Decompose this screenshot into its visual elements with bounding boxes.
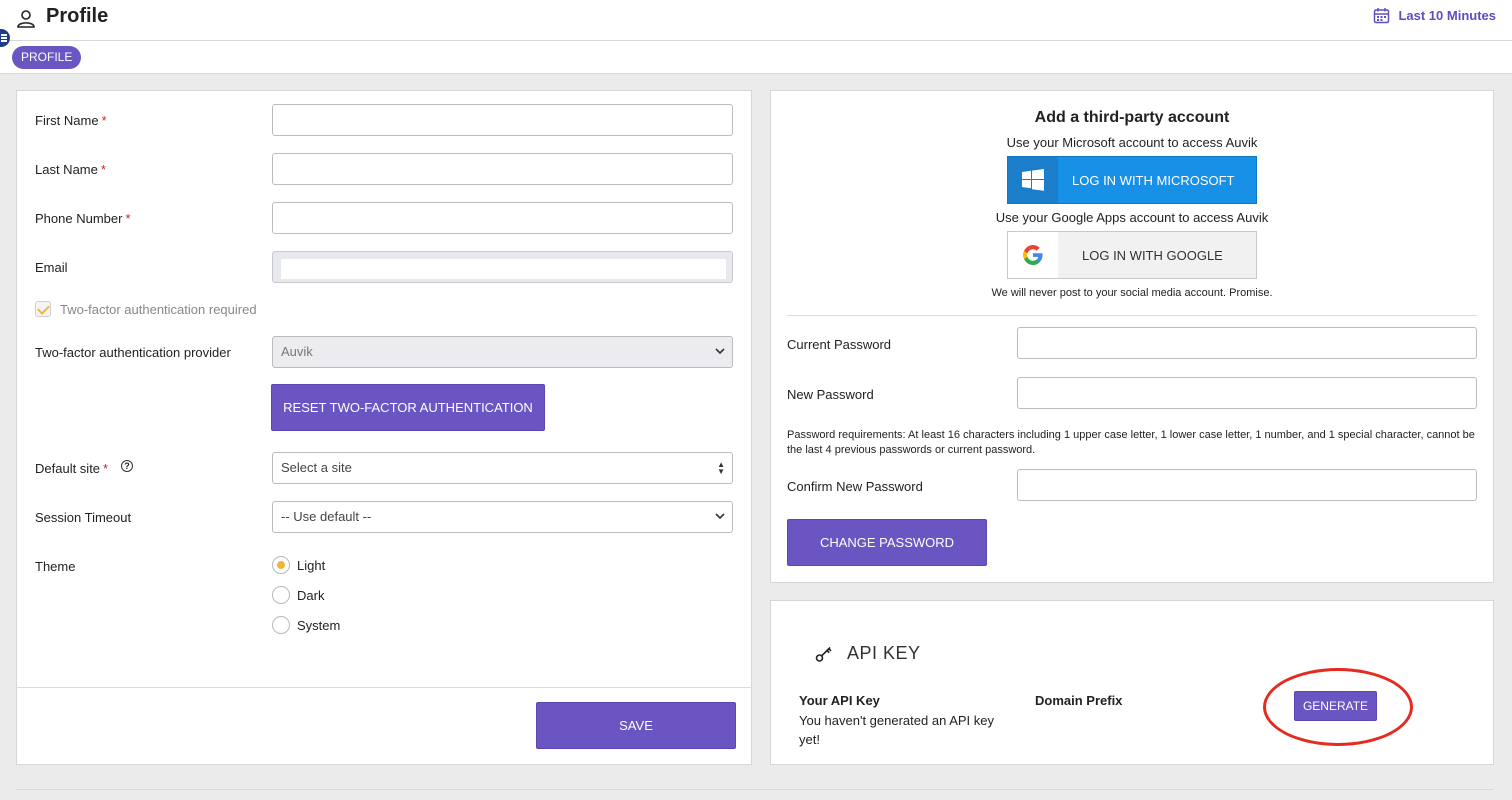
password-requirements: Password requirements: At least 16 chara…	[787, 429, 1475, 456]
time-range-label: Last 10 Minutes	[1398, 8, 1496, 23]
save-button[interactable]: SAVE	[536, 702, 736, 749]
domain-prefix-label: Domain Prefix	[1035, 693, 1123, 708]
phone-number-label: Phone Number *	[35, 211, 131, 226]
two-factor-required-label: Two-factor authentication required	[60, 302, 257, 317]
default-site-placeholder: Select a site	[281, 460, 352, 475]
api-key-title: API KEY	[847, 643, 921, 663]
phone-number-input[interactable]	[272, 202, 733, 234]
confirm-password-label: Confirm New Password	[787, 479, 923, 494]
last-name-input[interactable]	[272, 153, 733, 185]
calendar-icon	[1374, 8, 1390, 24]
confirm-password-input[interactable]	[1017, 469, 1477, 501]
theme-option-system: System	[297, 618, 341, 633]
first-name-input[interactable]	[272, 104, 733, 136]
reset-two-factor-button[interactable]: RESET TWO-FACTOR AUTHENTICATION	[271, 384, 545, 431]
api-key-status: You haven't generated an API key yet!	[799, 713, 994, 747]
chevron-down-icon	[715, 348, 725, 355]
user-icon	[17, 10, 35, 28]
chevron-down-icon	[715, 513, 725, 520]
current-password-label: Current Password	[787, 337, 892, 352]
microsoft-login-button[interactable]: LOG IN WITH MICROSOFT	[1007, 156, 1257, 204]
theme-radio-light[interactable]	[272, 556, 290, 574]
session-timeout-select[interactable]: -- Use default --	[272, 501, 733, 533]
microsoft-login-label: LOG IN WITH MICROSOFT	[1072, 173, 1235, 188]
third-party-title: Add a third-party account	[1034, 109, 1230, 126]
top-bar: Profile Last 10 Minutes	[0, 0, 1512, 41]
two-factor-provider-value: Auvik	[281, 344, 313, 359]
page-title: Profile	[46, 5, 109, 27]
profile-form-panel: First Name * Last Name * Phone Number * Ema…	[16, 90, 752, 765]
change-password-button[interactable]: CHANGE PASSWORD	[787, 519, 987, 566]
time-range-selector[interactable]: Last 10 Minutes	[1373, 7, 1496, 24]
highlight-annotation	[1263, 668, 1413, 746]
session-timeout-value: -- Use default --	[281, 509, 372, 524]
theme-label: Theme	[35, 559, 76, 574]
google-login-button[interactable]: LOG IN WITH GOOGLE	[1007, 231, 1257, 279]
form-divider	[17, 687, 751, 688]
windows-icon	[1022, 169, 1044, 191]
theme-radio-dark[interactable]	[272, 586, 290, 604]
two-factor-provider-label: Two-factor authentication provider	[35, 345, 231, 360]
email-label: Email	[35, 260, 68, 275]
account-security-panel: Add a third-party account Use your Micro…	[770, 90, 1494, 583]
new-password-input[interactable]	[1017, 377, 1477, 409]
last-name-label: Last Name *	[35, 162, 106, 177]
default-site-select[interactable]: Select a site ▲ ▼	[272, 452, 733, 484]
new-password-label: New Password	[787, 387, 874, 402]
current-password-input[interactable]	[1017, 327, 1477, 359]
google-login-label: LOG IN WITH GOOGLE	[1082, 248, 1223, 263]
email-value	[281, 259, 726, 279]
theme-option-dark: Dark	[297, 588, 325, 603]
tab-profile[interactable]: PROFILE	[12, 46, 82, 69]
google-icon	[1023, 245, 1043, 265]
page-bottom-divider	[16, 789, 1494, 790]
default-site-label: Default site *	[35, 461, 109, 476]
your-api-key-label: Your API Key	[799, 693, 880, 708]
two-factor-required-checkbox[interactable]	[35, 301, 51, 317]
section-divider	[787, 315, 1477, 316]
up-down-arrows-icon: ▲ ▼	[717, 460, 725, 476]
email-field	[272, 251, 733, 283]
two-factor-provider-select: Auvik	[272, 336, 733, 368]
social-media-note: We will never post to your social media …	[991, 287, 1273, 299]
help-icon[interactable]: ?	[121, 460, 133, 472]
microsoft-description: Use your Microsoft account to access Auv…	[1006, 135, 1258, 150]
theme-radio-system[interactable]	[272, 616, 290, 634]
session-timeout-label: Session Timeout	[35, 510, 132, 525]
first-name-label: First Name *	[35, 113, 107, 128]
google-description: Use your Google Apps account to access A…	[995, 210, 1269, 225]
theme-option-light: Light	[297, 558, 326, 573]
key-icon	[815, 646, 832, 662]
tab-bar: PROFILE	[0, 41, 1512, 74]
